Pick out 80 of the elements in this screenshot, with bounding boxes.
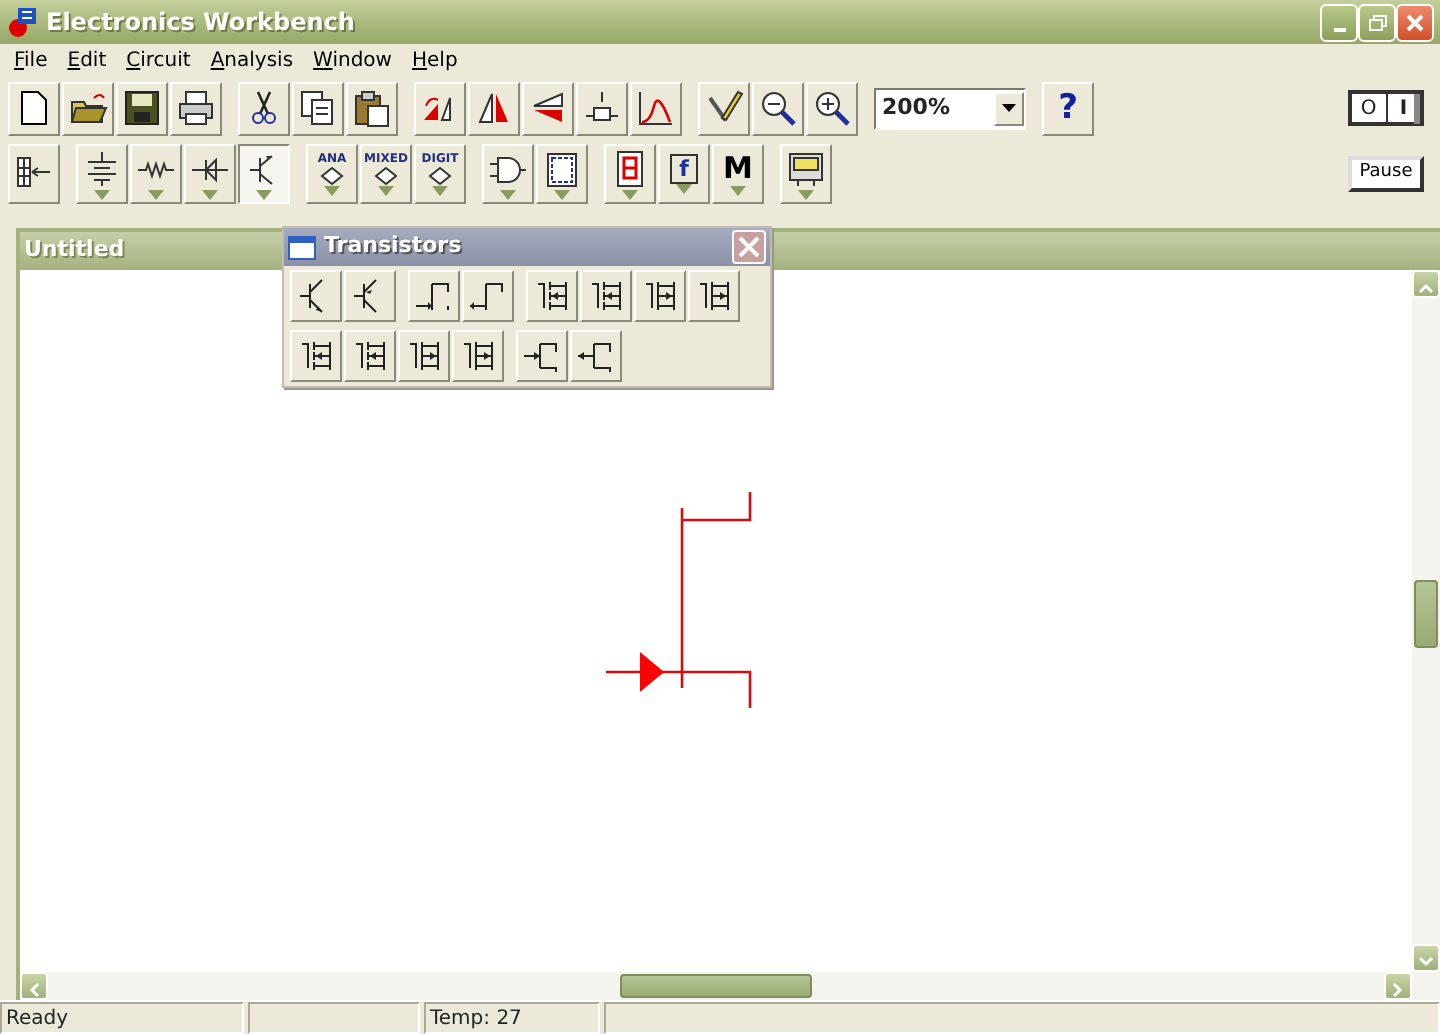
dropdown-triangle-icon	[92, 189, 112, 199]
status-message: Ready	[0, 1002, 244, 1034]
toolbar-button[interactable]	[238, 144, 290, 204]
chevron-down-icon	[1418, 955, 1434, 968]
zoom-value: 200%	[882, 91, 950, 124]
menu-item[interactable]: Edit	[57, 45, 117, 75]
part-button[interactable]	[290, 330, 342, 382]
dropdown-triangle-icon	[674, 184, 694, 194]
dropdown-triangle-icon	[620, 189, 640, 199]
menu-item[interactable]: File	[4, 45, 58, 75]
switch-on-label: I	[1385, 93, 1420, 123]
vertical-scrollbar[interactable]	[1412, 270, 1440, 972]
flip-triangles-icon	[474, 88, 514, 128]
part-button[interactable]	[344, 330, 396, 382]
panel-title: Transistors	[324, 230, 462, 263]
window-icon	[288, 235, 316, 259]
dropdown-triangle-icon	[254, 189, 274, 199]
part-button[interactable]	[408, 270, 460, 322]
part-button[interactable]	[516, 330, 568, 382]
part-button[interactable]	[290, 270, 342, 322]
zoom-select[interactable]: 200%	[874, 87, 1026, 129]
monitor-icon	[786, 149, 826, 189]
dropdown-triangle-icon	[146, 189, 166, 199]
pause-button[interactable]: Pause	[1348, 156, 1424, 192]
chip-diamond-icon	[320, 165, 344, 185]
chip-diamond-icon	[374, 165, 398, 185]
function-label: f	[669, 154, 699, 184]
scroll-thumb[interactable]	[620, 974, 812, 998]
part-button[interactable]	[462, 270, 514, 322]
toolbar-button[interactable]: M	[712, 144, 764, 204]
zoom-out-icon	[758, 88, 798, 128]
part-button[interactable]	[634, 270, 686, 322]
misc-label: M	[723, 152, 753, 186]
part-button[interactable]	[580, 270, 632, 322]
dropdown-triangle-icon	[200, 189, 220, 199]
document-title: Untitled	[24, 234, 125, 267]
restore-button[interactable]	[1358, 3, 1396, 41]
chip-diamond-icon	[428, 165, 452, 185]
dropdown-arrow-icon	[1002, 104, 1016, 112]
printer-icon	[176, 88, 216, 128]
chevron-up-icon	[1418, 281, 1434, 294]
minimize-button[interactable]	[1320, 3, 1358, 41]
battery-symbol-icon	[82, 149, 122, 189]
dropdown-triangle-icon	[552, 189, 572, 199]
close-icon	[1404, 11, 1426, 33]
menu-item[interactable]: Analysis	[200, 45, 304, 75]
clipboard-icon	[352, 88, 392, 128]
power-switch[interactable]: O I	[1348, 90, 1424, 126]
close-button[interactable]	[1396, 3, 1434, 41]
part-button[interactable]	[526, 270, 578, 322]
app-icon	[6, 6, 38, 38]
dropdown-triangle-icon	[498, 189, 518, 199]
status-temperature: Temp: 27	[424, 1002, 600, 1034]
copy-pages-icon	[298, 88, 338, 128]
part-button[interactable]	[452, 330, 504, 382]
horizontal-scrollbar[interactable]	[20, 972, 1440, 1000]
part-button[interactable]	[570, 330, 622, 382]
dropdown-triangle-icon	[796, 189, 816, 199]
window-title: Electronics Workbench	[46, 6, 355, 40]
dropdown-triangle-icon	[728, 186, 748, 196]
dropdown-triangle-icon	[430, 185, 450, 195]
graph-curve-icon	[636, 88, 676, 128]
part-button[interactable]	[688, 270, 740, 322]
open-folder-icon	[68, 88, 108, 128]
help-button[interactable]: ?	[1042, 81, 1094, 135]
restore-icon	[1366, 11, 1388, 33]
dropdown-triangle-icon	[376, 185, 396, 195]
menu-item[interactable]: Help	[401, 45, 468, 75]
toolbar-button[interactable]: f	[658, 144, 710, 204]
scroll-thumb[interactable]	[1414, 580, 1438, 648]
menu-item[interactable]: Window	[303, 45, 402, 75]
menu-item[interactable]: Circuit	[116, 45, 201, 75]
dropdown-triangle-icon	[322, 185, 342, 195]
zoom-in-icon	[812, 88, 852, 128]
switch-off-label: O	[1358, 95, 1379, 123]
close-icon	[738, 236, 760, 259]
flip-triangles-icon	[528, 88, 568, 128]
part-button[interactable]	[344, 270, 396, 322]
part-button[interactable]	[398, 330, 450, 382]
minimize-icon	[1333, 27, 1345, 31]
